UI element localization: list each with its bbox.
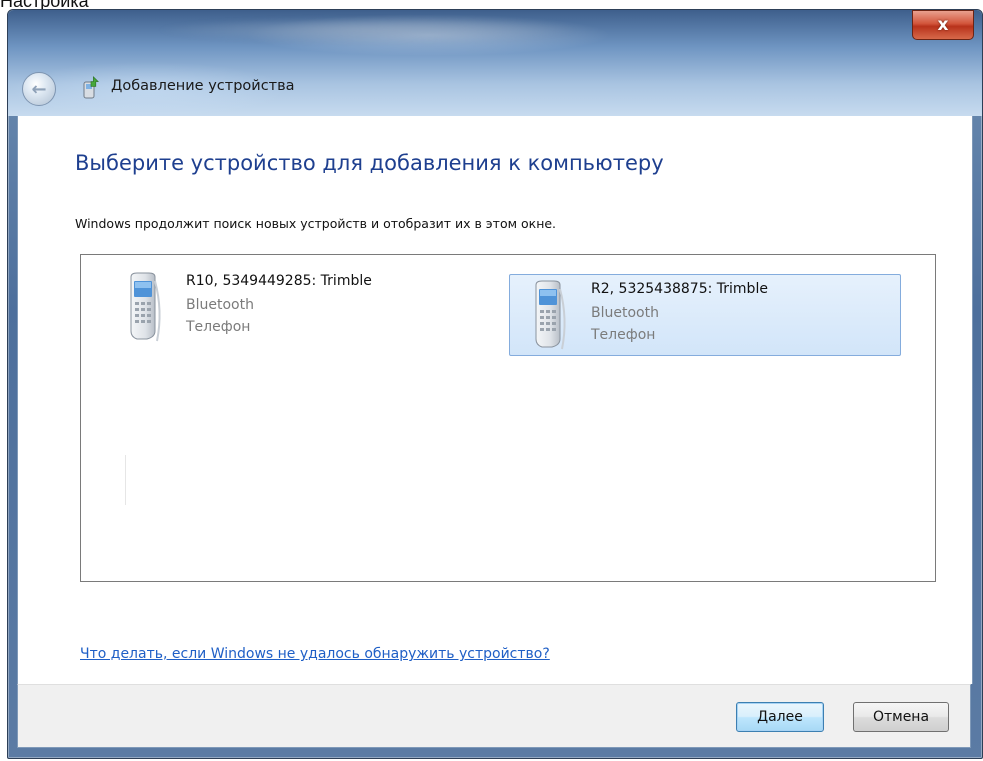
cancel-button[interactable]: Отмена <box>853 702 949 732</box>
device-list[interactable]: R10, 5349449285: Trimble Bluetooth Телеф… <box>80 254 936 582</box>
next-button-label: алее <box>768 709 803 725</box>
mobile-phone-icon <box>535 280 566 350</box>
content-pane: Выберите устройство для добавления к ком… <box>17 116 973 684</box>
device-category: Телефон <box>591 327 656 343</box>
device-connection: Bluetooth <box>186 297 254 313</box>
device-name: R10, 5349449285: Trimble <box>186 273 372 289</box>
device-item-r10[interactable]: R10, 5349449285: Trimble Bluetooth Телеф… <box>104 266 496 348</box>
close-icon: x <box>937 15 949 35</box>
page-heading: Выберите устройство для добавления к ком… <box>75 151 664 175</box>
instruction-text: Windows продолжит поиск новых устройств … <box>75 216 557 231</box>
device-connection: Bluetooth <box>591 305 659 321</box>
device-category: Телефон <box>186 319 251 335</box>
help-link[interactable]: Что делать, если Windows не удалось обна… <box>80 646 550 662</box>
footer-bar: Далее Отмена <box>17 684 971 748</box>
close-button[interactable]: x <box>912 10 974 40</box>
back-button[interactable]: ← <box>22 72 56 106</box>
add-device-window: x ← Добавление устройства Выберите устро… <box>7 9 983 759</box>
next-button[interactable]: Далее <box>736 702 824 732</box>
title-bar: x ← Добавление устройства <box>8 10 982 116</box>
next-button-accelerator: Д <box>757 709 769 725</box>
device-item-r2[interactable]: R2, 5325438875: Trimble Bluetooth Телефо… <box>509 274 901 356</box>
device-add-icon <box>83 76 99 99</box>
back-arrow-icon: ← <box>31 78 47 100</box>
window-title: Добавление устройства <box>111 78 295 94</box>
screenshot: Настройка x ← Добавление устройства Выбе… <box>0 0 983 761</box>
mobile-phone-icon <box>130 272 161 342</box>
device-name: R2, 5325438875: Trimble <box>591 281 768 297</box>
